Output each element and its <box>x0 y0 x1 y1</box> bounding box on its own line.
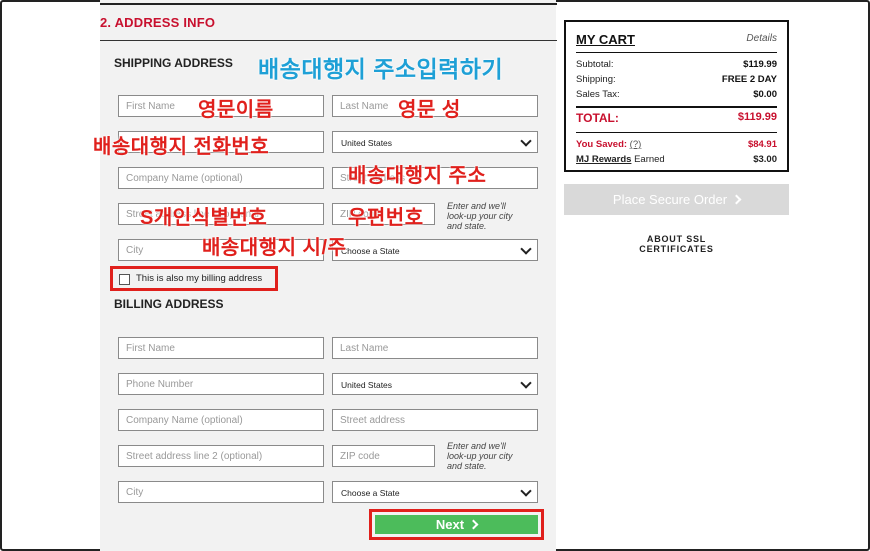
shipping-country-select[interactable]: United States <box>332 131 538 153</box>
cart-shipping-row: Shipping: FREE 2 DAY <box>576 74 777 85</box>
cart-subtotal-row: Subtotal: $119.99 <box>576 59 777 70</box>
cart-divider <box>576 106 777 108</box>
ssl-line-1: ABOUT SSL <box>646 234 707 244</box>
annotation-title: 배송대행지 주소입력하기 <box>258 56 504 82</box>
annotation-city-state: 배송대행지 시/주 <box>202 237 347 259</box>
cart-rewards-value: $3.00 <box>753 154 777 165</box>
cart-total-row: TOTAL: $119.99 <box>576 111 777 125</box>
cart-total-value: $119.99 <box>737 111 777 123</box>
place-order-label: Place Secure Order <box>612 192 728 207</box>
chevron-right-icon <box>731 194 742 205</box>
place-secure-order-button[interactable]: Place Secure Order <box>564 184 789 215</box>
chevron-down-icon <box>520 243 532 255</box>
section-divider <box>100 40 557 41</box>
saved-help-link[interactable]: (?) <box>630 139 642 150</box>
annotation-phone: 배송대행지 전화번호 <box>93 136 270 158</box>
cart-total-label: TOTAL: <box>576 111 619 125</box>
ssl-line-2: CERTIFICATES <box>639 244 714 254</box>
annotation-zip: 우편번호 <box>348 207 424 229</box>
cart-divider <box>576 132 777 133</box>
billing-address-heading: BILLING ADDRESS <box>114 297 224 311</box>
billing-same-highlight[interactable]: This is also my billing address <box>110 266 278 291</box>
cart-tax-label: Sales Tax: <box>576 89 620 100</box>
cart-subtotal-label: Subtotal: <box>576 59 614 70</box>
cart-saved-label: You Saved: <box>576 139 628 150</box>
annotation-address: 배송대행지 주소 <box>348 165 487 187</box>
cart-subtotal-value: $119.99 <box>743 59 777 70</box>
section-title: 2. ADDRESS INFO <box>100 15 216 30</box>
billing-street2-input[interactable]: Street address line 2 (optional) <box>118 445 324 467</box>
billing-country-value: United States <box>341 380 393 390</box>
shipping-address-heading: SHIPPING ADDRESS <box>114 56 233 70</box>
billing-city-input[interactable]: City <box>118 481 324 503</box>
billing-same-checkbox[interactable] <box>119 274 130 285</box>
shipping-company-input[interactable]: Company Name (optional) <box>118 167 324 189</box>
about-ssl-link[interactable]: ABOUT SSL CERTIFICATES <box>564 234 789 254</box>
chevron-right-icon <box>468 519 479 530</box>
next-highlight[interactable]: Next <box>369 509 544 540</box>
billing-state-select[interactable]: Choose a State <box>332 481 538 503</box>
cart-summary: MY CART Details Subtotal: $119.99 Shippin… <box>564 20 789 172</box>
chevron-down-icon <box>520 485 532 497</box>
cart-saved-row: You Saved: (?) $84.91 <box>576 139 777 150</box>
rewards-suffix: Earned <box>634 154 665 165</box>
next-button[interactable]: Next <box>375 515 538 534</box>
annotation-customs-id: S개인식별번호 <box>140 207 268 229</box>
shipping-state-select[interactable]: Choose a State <box>332 239 538 261</box>
cart-rewards-row: MJ Rewards Earned $3.00 <box>576 154 777 165</box>
chevron-down-icon <box>520 135 532 147</box>
shipping-zip-hint: Enter and we'll look-up your city and st… <box>447 201 513 231</box>
cart-shipping-value: FREE 2 DAY <box>721 74 777 85</box>
cart-tax-value: $0.00 <box>753 89 777 100</box>
next-label: Next <box>435 517 465 532</box>
cart-saved-value: $84.91 <box>747 139 777 150</box>
top-divider <box>100 3 557 5</box>
rewards-link[interactable]: MJ Rewards <box>576 154 631 165</box>
chevron-down-icon <box>520 377 532 389</box>
annotation-first-name: 영문이름 <box>198 99 274 121</box>
shipping-country-value: United States <box>341 138 393 148</box>
billing-zip-input[interactable]: ZIP code <box>332 445 435 467</box>
billing-phone-input[interactable]: Phone Number <box>118 373 324 395</box>
cart-shipping-label: Shipping: <box>576 74 616 85</box>
cart-details-link[interactable]: Details <box>746 33 777 44</box>
billing-first-name-input[interactable]: First Name <box>118 337 324 359</box>
billing-zip-hint: Enter and we'll look-up your city and st… <box>447 441 513 471</box>
billing-state-value: Choose a State <box>341 488 400 498</box>
billing-country-select[interactable]: United States <box>332 373 538 395</box>
billing-last-name-input[interactable]: Last Name <box>332 337 538 359</box>
annotation-last-name: 영문 성 <box>398 99 461 121</box>
billing-same-label: This is also my billing address <box>136 273 263 284</box>
shipping-state-value: Choose a State <box>341 246 400 256</box>
billing-street-input[interactable]: Street address <box>332 409 538 431</box>
billing-company-input[interactable]: Company Name (optional) <box>118 409 324 431</box>
cart-divider <box>576 52 777 53</box>
cart-title: MY CART <box>576 32 635 47</box>
cart-tax-row: Sales Tax: $0.00 <box>576 89 777 100</box>
